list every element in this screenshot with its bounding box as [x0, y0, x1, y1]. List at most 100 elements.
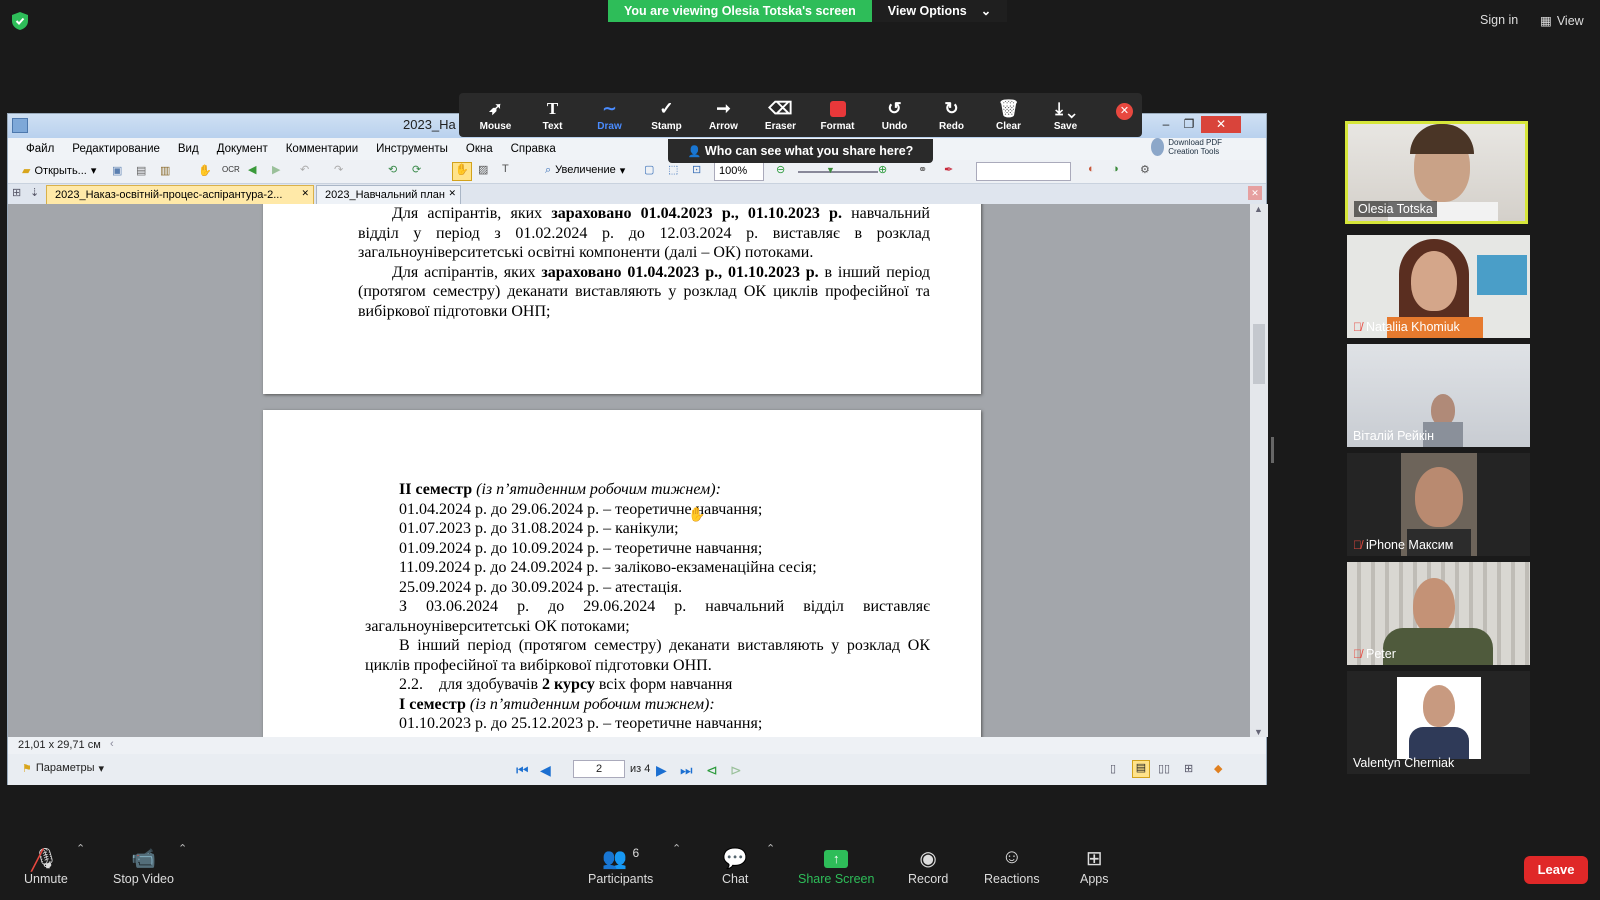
menu-help[interactable]: Справка	[511, 143, 556, 155]
close-document-icon[interactable]: ✕	[1248, 186, 1262, 200]
find-input[interactable]	[976, 162, 1071, 181]
participant-tile[interactable]: 🎙̸ Nataliia Khomiuk	[1347, 235, 1530, 338]
link-icon[interactable]: ⚭	[918, 163, 927, 176]
open-button[interactable]: ▰ Открыть... ▾	[22, 164, 96, 178]
vertical-scrollbar[interactable]: ▲ ▼	[1250, 204, 1268, 737]
zoom-in-icon[interactable]: ⊕	[878, 163, 887, 176]
zoom-out-icon[interactable]: ⊖	[776, 163, 785, 176]
continuous-page-icon[interactable]: ▤	[1132, 760, 1150, 778]
single-page-icon[interactable]: ▯	[1110, 762, 1116, 775]
security-shield-icon[interactable]	[12, 12, 28, 30]
participant-tile[interactable]: Valentyn Cherniak	[1347, 671, 1530, 774]
facing-pages-icon[interactable]: ▯▯	[1158, 762, 1170, 775]
forward-icon[interactable]: ▶	[272, 163, 280, 176]
stop-video-button[interactable]: 📹 Stop Video	[113, 846, 174, 886]
tool-save[interactable]: ⤓ ⌄ Save	[1037, 93, 1094, 137]
tool-undo[interactable]: ↺ Undo	[866, 93, 923, 137]
redo-icon[interactable]: ↷	[334, 163, 343, 176]
close-tab-icon[interactable]: ✕	[448, 188, 456, 199]
zoom-slider-thumb[interactable]: ▼	[826, 165, 835, 175]
nav-forward-icon[interactable]: ⊳	[730, 762, 742, 779]
menu-tools[interactable]: Инструменты	[376, 143, 448, 155]
nav-back-icon[interactable]: ⊲	[706, 762, 718, 779]
participant-tile[interactable]: 🎙̸ iPhone Максим	[1347, 453, 1530, 556]
next-page-icon[interactable]: ▶	[656, 762, 667, 779]
select-text-icon[interactable]: T	[502, 163, 509, 175]
zoom-tool[interactable]: ⌕ Увеличение ▾	[545, 164, 625, 177]
participant-tile[interactable]: Віталій Рейкін	[1347, 344, 1530, 447]
actual-size-icon[interactable]: ⊡	[692, 163, 701, 176]
menu-view[interactable]: Вид	[178, 143, 199, 155]
hand-select-icon[interactable]: ✋	[452, 162, 472, 181]
tool-draw[interactable]: ∼ Draw	[581, 93, 638, 137]
leave-button[interactable]: Leave	[1524, 856, 1588, 884]
menu-comments[interactable]: Комментарии	[286, 143, 358, 155]
reactions-button[interactable]: ☺ Reactions	[984, 846, 1040, 886]
menu-file[interactable]: Файл	[26, 143, 54, 155]
share-screen-button[interactable]: ↑ Share Screen	[798, 846, 874, 886]
video-options-chevron-icon[interactable]: ⌃	[178, 842, 187, 855]
back-icon[interactable]: ◀	[248, 163, 256, 176]
close-tab-icon[interactable]: ✕	[301, 188, 309, 199]
continuous-facing-icon[interactable]: ⊞	[1184, 762, 1193, 775]
scroll-left-icon[interactable]: ‹	[110, 738, 114, 750]
tab-study-plan[interactable]: 2023_Навчальний план ✕	[316, 185, 461, 204]
document-viewport[interactable]: Для аспірантів, яких зараховано 01.04.20…	[8, 204, 1250, 737]
apps-button[interactable]: ⊞ Apps	[1080, 846, 1109, 886]
menu-document[interactable]: Документ	[217, 143, 268, 155]
find-prev-icon[interactable]: ◐	[1088, 163, 1095, 175]
tool-arrow[interactable]: ➞ Arrow	[695, 93, 752, 137]
close-window-icon[interactable]: ✕	[1201, 116, 1241, 133]
view-options-button[interactable]: View Options ⌄	[871, 0, 1008, 22]
fit-width-icon[interactable]: ⬚	[668, 163, 678, 176]
hand-tool-icon[interactable]: ✋	[198, 164, 212, 177]
first-page-icon[interactable]: ⏮	[516, 762, 529, 779]
scroll-up-icon[interactable]: ▲	[1254, 204, 1263, 214]
participant-tile[interactable]: 🎙̸ Peter	[1347, 562, 1530, 665]
undo-icon[interactable]: ↶	[300, 163, 309, 176]
sign-in-link[interactable]: Sign in	[1480, 13, 1518, 27]
audio-options-chevron-icon[interactable]: ⌃	[76, 842, 85, 855]
page-number-input[interactable]: 2	[573, 760, 625, 778]
ocr-icon[interactable]: OCR	[222, 165, 240, 174]
prev-page-icon[interactable]: ◀	[540, 762, 551, 779]
tool-text[interactable]: T Text	[524, 93, 581, 137]
scrollbar-thumb[interactable]	[1253, 324, 1265, 384]
chat-button[interactable]: 💬 Chat	[722, 846, 748, 886]
page-options-icon[interactable]: ◆	[1214, 762, 1222, 775]
params-button[interactable]: ⚑ Параметры ▾	[22, 762, 104, 775]
tool-clear[interactable]: 🗑 Clear	[980, 93, 1037, 137]
save-icon[interactable]: ▣	[112, 164, 122, 177]
rotate-left-icon[interactable]: ⟲	[388, 163, 397, 176]
scan-icon[interactable]: ▥	[160, 164, 170, 177]
download-promo[interactable]: Download PDF Creation Tools	[1151, 135, 1247, 159]
restore-icon[interactable]: ❐	[1178, 116, 1200, 133]
tool-stamp[interactable]: ✓ Stamp	[638, 93, 695, 137]
chat-chevron-icon[interactable]: ⌃	[766, 842, 775, 855]
fit-page-icon[interactable]: ▢	[644, 163, 654, 176]
who-can-see-tooltip[interactable]: 👤 Who can see what you share here?	[668, 139, 933, 163]
snapshot-icon[interactable]: ▨	[478, 163, 488, 176]
scroll-down-icon[interactable]: ▼	[1254, 727, 1263, 737]
tool-mouse[interactable]: ➶ Mouse	[467, 93, 524, 137]
minimize-icon[interactable]: –	[1155, 116, 1177, 133]
tool-format[interactable]: Format	[809, 93, 866, 137]
unmute-button[interactable]: 🎙 ╱ Unmute	[24, 846, 68, 886]
participants-button[interactable]: 👥 6 Participants	[588, 846, 653, 886]
panel-resize-handle[interactable]	[1271, 437, 1274, 463]
last-page-icon[interactable]: ⏭	[680, 762, 693, 779]
tab-order-document[interactable]: 2023_Наказ-освітній-процес-аспірантура-2…	[46, 185, 314, 204]
tool-redo[interactable]: ↻ Redo	[923, 93, 980, 137]
sign-icon[interactable]: ✒	[944, 163, 953, 176]
tools-icon[interactable]: ⚙	[1140, 163, 1150, 176]
zoom-value-input[interactable]: 100%	[714, 162, 764, 181]
tabs-list-icon[interactable]: ⇣	[30, 186, 39, 199]
participants-chevron-icon[interactable]: ⌃	[672, 842, 681, 855]
tabs-grid-icon[interactable]: ⊞	[12, 186, 21, 199]
print-icon[interactable]: ▤	[136, 164, 146, 177]
view-button[interactable]: ▦ View	[1540, 13, 1584, 29]
close-annotation-icon[interactable]: ✕	[1116, 103, 1133, 120]
tool-eraser[interactable]: ⌫ Eraser	[752, 93, 809, 137]
record-button[interactable]: ◉ Record	[908, 846, 948, 886]
menu-edit[interactable]: Редактирование	[72, 143, 160, 155]
